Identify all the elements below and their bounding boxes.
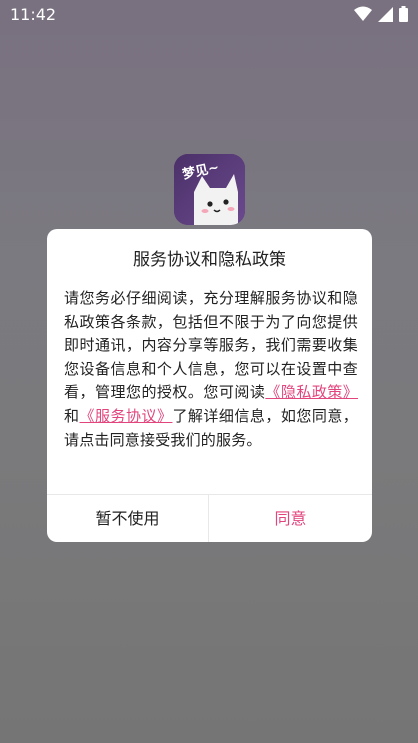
battery-icon — [399, 6, 408, 22]
status-time: 11:42 — [10, 5, 57, 24]
decline-button[interactable]: 暂不使用 — [47, 495, 208, 542]
wifi-icon — [354, 6, 372, 22]
privacy-policy-link[interactable]: 《隐私政策》 — [265, 383, 358, 401]
privacy-dialog: 服务协议和隐私政策 请您务必仔细阅读，充分理解服务协议和隐私政策各条款，包括但不… — [47, 229, 372, 542]
agree-button[interactable]: 同意 — [209, 495, 372, 542]
status-bar: 11:42 — [0, 0, 418, 30]
body-text-conjunction: 和 — [64, 406, 80, 425]
status-icons — [354, 6, 408, 22]
service-agreement-link[interactable]: 《服务协议》 — [80, 407, 173, 425]
dialog-title: 服务协议和隐私政策 — [133, 250, 286, 270]
signal-icon — [378, 6, 393, 22]
app-icon: 梦见~ — [174, 154, 245, 225]
dialog-body: 请您务必仔细阅读，充分理解服务协议和隐私政策各条款，包括但不限于为了向您提供即时… — [64, 287, 358, 452]
